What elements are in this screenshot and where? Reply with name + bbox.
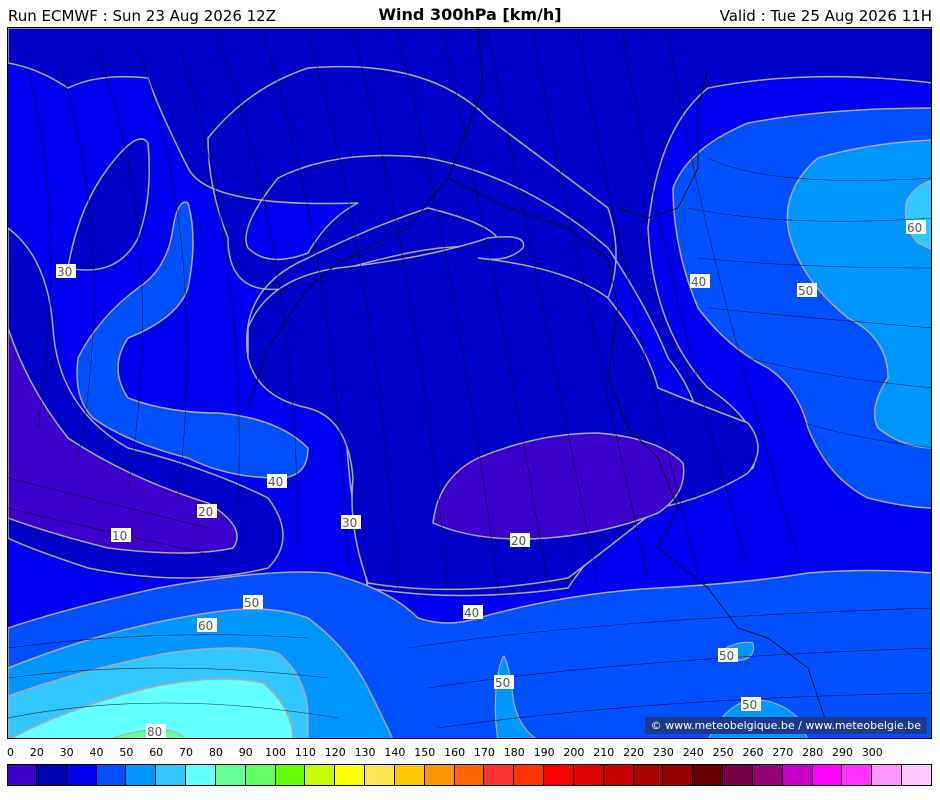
contour-label: 50: [742, 698, 757, 712]
legend-swatch: [36, 764, 67, 786]
contour-label: 10: [112, 529, 127, 543]
legend-swatch: [514, 764, 545, 786]
contour-label: 50: [798, 284, 813, 298]
contour-label: 50: [244, 596, 259, 610]
legend-swatch: [96, 764, 127, 786]
legend-swatch: [693, 764, 724, 786]
legend-swatch: [275, 764, 306, 786]
legend-swatch: [812, 764, 843, 786]
contour-label: 30: [342, 516, 357, 530]
legend-swatch: [633, 764, 664, 786]
legend-swatch: [126, 764, 157, 786]
legend-swatch: [335, 764, 366, 786]
legend-swatch: [394, 764, 425, 786]
legend-swatch: [573, 764, 604, 786]
legend-swatch: [663, 764, 694, 786]
legend-swatch: [544, 764, 574, 786]
legend-swatches: [7, 746, 932, 796]
legend-swatch: [842, 764, 873, 786]
legend-swatch: [872, 764, 903, 786]
contour-label: 50: [495, 676, 510, 690]
contour-label: 20: [198, 505, 213, 519]
legend-swatch: [186, 764, 216, 786]
legend-swatch: [723, 764, 753, 786]
credit-link[interactable]: © www.meteobelgique.be / www.meteobelgie…: [644, 717, 927, 734]
legend-swatch: [7, 764, 37, 786]
legend-swatch: [305, 764, 336, 786]
contour-label: 60: [907, 221, 922, 235]
legend-swatch: [245, 764, 276, 786]
legend-swatch: [782, 764, 813, 786]
valid-time: Valid : Tue 25 Aug 2026 11H: [719, 7, 932, 25]
legend-swatch: [902, 764, 932, 786]
color-legend: 0 20 30 40 50 60 70 80 90 100 110 120 130 140 150 160 17…: [7, 746, 932, 796]
contour-label: 40: [464, 606, 479, 620]
contour-label: 20: [511, 534, 526, 548]
legend-swatch: [484, 764, 515, 786]
contour-label: 50: [719, 649, 734, 663]
contour-label: 60: [198, 619, 213, 633]
legend-swatch: [752, 764, 783, 786]
legend-swatch: [365, 764, 395, 786]
contour-label: 80: [147, 725, 162, 739]
contour-label: 40: [268, 475, 283, 489]
legend-swatch: [66, 764, 97, 786]
legend-swatch: [603, 764, 634, 786]
legend-swatch: [215, 764, 246, 786]
contour-label: 40: [691, 275, 706, 289]
wind-map[interactable]: 30 60 40 50 40 20 30 10 20 50 60 40 50 5…: [7, 27, 932, 739]
legend-swatch: [454, 764, 485, 786]
contour-label: 30: [57, 265, 72, 279]
legend-swatch: [424, 764, 455, 786]
legend-swatch: [156, 764, 187, 786]
